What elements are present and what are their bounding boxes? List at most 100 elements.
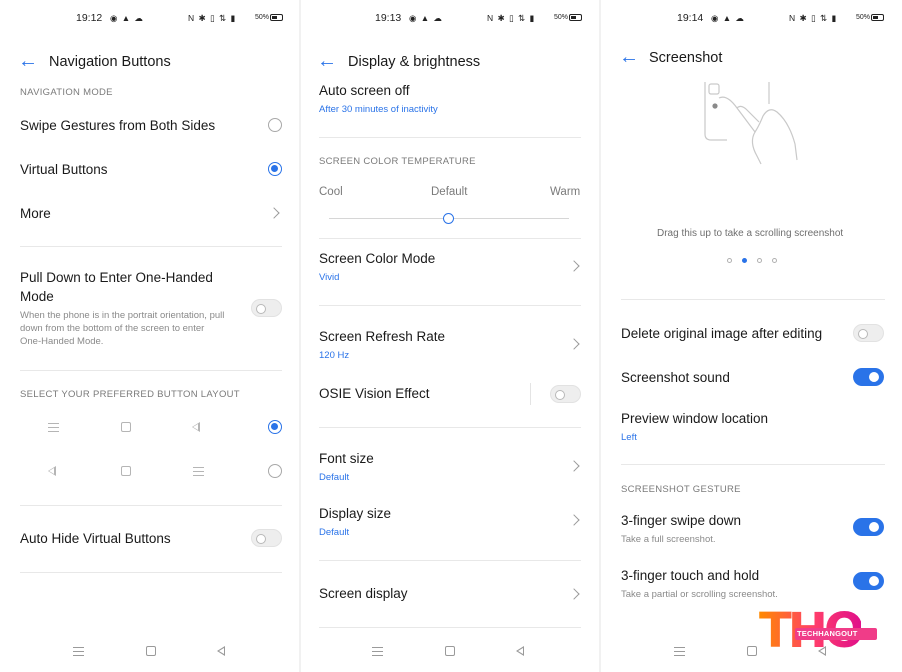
virtual-buttons-radio[interactable] xyxy=(268,162,282,176)
screenshot-sound-label: Screenshot sound xyxy=(621,370,730,385)
menu-icon xyxy=(193,467,204,476)
logo-text: TECHHANGOUT xyxy=(797,629,858,638)
temp-warm-label: Warm xyxy=(550,186,581,198)
panel-separator xyxy=(599,0,601,672)
recent-apps-icon[interactable] xyxy=(73,647,84,656)
back-triangle-icon xyxy=(192,422,200,432)
system-navigation-bar xyxy=(0,644,300,660)
status-time: 19:14 xyxy=(677,12,704,24)
font-size-value: Default xyxy=(319,472,350,483)
page-title: Screenshot xyxy=(649,50,723,66)
back-icon[interactable] xyxy=(516,646,524,656)
one-handed-desc-line3: One-Handed Mode. xyxy=(20,336,104,347)
home-square-icon xyxy=(121,466,131,476)
swipe-title: 3-finger swipe down xyxy=(621,513,742,528)
divider xyxy=(20,246,282,247)
divider xyxy=(20,370,282,371)
battery-icon xyxy=(871,14,884,21)
status-bar: 19:14 ◉ ▲ ☁ N ✱ ▯ ⇅ ▮ 50% xyxy=(602,10,902,28)
section-color-temperature: SCREEN COLOR TEMPERATURE xyxy=(319,156,476,167)
swipe-toggle[interactable] xyxy=(853,518,884,536)
swipe-gestures-radio[interactable] xyxy=(268,118,282,132)
recent-apps-icon[interactable] xyxy=(372,647,383,656)
temp-cool-label: Cool xyxy=(319,186,343,198)
divider xyxy=(319,305,581,306)
divider xyxy=(319,137,581,138)
status-icons: N ✱ ▯ ⇅ ▮ xyxy=(789,13,838,23)
section-button-layout: SELECT YOUR PREFERRED BUTTON LAYOUT xyxy=(20,389,240,400)
home-square-icon xyxy=(121,422,131,432)
color-mode-title: Screen Color Mode xyxy=(319,251,436,266)
divider xyxy=(621,299,885,300)
status-bar: 19:13 ◉ ▲ ☁ N ✱ ▯ ⇅ ▮ 50% xyxy=(301,10,599,28)
slider-thumb[interactable] xyxy=(443,213,454,224)
touch-hold-toggle[interactable] xyxy=(853,572,884,590)
page-dot xyxy=(757,258,762,263)
delete-original-label: Delete original image after editing xyxy=(621,326,823,341)
divider xyxy=(319,627,581,628)
chevron-right-icon xyxy=(568,460,580,472)
display-size-value: Default xyxy=(319,527,350,538)
back-arrow-icon[interactable]: ← xyxy=(317,51,337,71)
page-dot xyxy=(742,258,747,263)
battery-percent: 50% xyxy=(856,14,871,21)
status-time: 19:13 xyxy=(375,12,402,24)
divider xyxy=(319,238,581,239)
touch-hold-title: 3-finger touch and hold xyxy=(621,568,760,583)
battery-percent: 50% xyxy=(554,14,569,21)
layout-2-radio[interactable] xyxy=(268,464,282,478)
auto-screen-off-title: Auto screen off xyxy=(319,83,410,98)
display-brightness-screen: 19:13 ◉ ▲ ☁ N ✱ ▯ ⇅ ▮ 50% ← Display & br… xyxy=(301,0,599,672)
chevron-right-icon xyxy=(268,207,280,219)
back-arrow-icon[interactable]: ← xyxy=(18,51,38,71)
status-bar: 19:12 ◉ ▲ ☁ N ✱ ▯ ⇅ ▮ 50% xyxy=(0,10,300,28)
delete-original-toggle[interactable] xyxy=(853,324,884,342)
layout-1-radio[interactable] xyxy=(268,420,282,434)
option-virtual-label: Virtual Buttons xyxy=(20,162,108,177)
page-title: Navigation Buttons xyxy=(49,54,171,70)
recent-apps-icon[interactable] xyxy=(674,647,685,656)
screenshot-sound-toggle[interactable] xyxy=(853,368,884,386)
screenshot-settings-screen: 19:14 ◉ ▲ ☁ N ✱ ▯ ⇅ ▮ 50% ← Screenshot D… xyxy=(602,0,902,672)
refresh-rate-value: 120 Hz xyxy=(319,350,350,361)
divider xyxy=(20,505,282,506)
divider xyxy=(319,560,581,561)
system-navigation-bar xyxy=(301,644,599,660)
home-icon[interactable] xyxy=(445,646,455,656)
navigation-buttons-screen: 19:12 ◉ ▲ ☁ N ✱ ▯ ⇅ ▮ 50% ← Navigation B… xyxy=(0,0,300,672)
touch-hold-desc: Take a partial or scrolling screenshot. xyxy=(621,589,778,600)
hand-gesture-illustration-icon xyxy=(704,82,798,165)
font-size-title: Font size xyxy=(319,451,374,466)
chevron-right-icon xyxy=(568,514,580,526)
temp-default-label: Default xyxy=(431,186,468,198)
one-handed-desc-line1: When the phone is in the portrait orient… xyxy=(20,310,225,321)
back-triangle-icon xyxy=(48,466,56,476)
osie-title: OSIE Vision Effect xyxy=(319,386,430,401)
page-dot xyxy=(727,258,732,263)
back-icon[interactable] xyxy=(217,646,225,656)
screen-display-title: Screen display xyxy=(319,586,408,601)
display-size-title: Display size xyxy=(319,506,392,521)
status-icons: N ✱ ▯ ⇅ ▮ xyxy=(188,13,237,23)
battery-icon xyxy=(569,14,582,21)
osie-toggle[interactable] xyxy=(550,385,581,403)
home-icon[interactable] xyxy=(146,646,156,656)
page-dot xyxy=(772,258,777,263)
one-handed-title-line1: Pull Down to Enter One-Handed xyxy=(20,270,213,285)
auto-screen-off-value: After 30 minutes of inactivity xyxy=(319,104,438,115)
chevron-right-icon xyxy=(568,260,580,272)
auto-hide-toggle[interactable] xyxy=(251,529,282,547)
battery-percent: 50% xyxy=(255,14,270,21)
notification-icons: ◉ ▲ ☁ xyxy=(110,13,145,23)
auto-hide-label: Auto Hide Virtual Buttons xyxy=(20,531,171,546)
option-swipe-label: Swipe Gestures from Both Sides xyxy=(20,118,216,133)
back-arrow-icon[interactable]: ← xyxy=(619,47,639,67)
one-handed-desc-line2: down from the bottom of the screen to en… xyxy=(20,323,205,334)
preview-window-title: Preview window location xyxy=(621,411,769,426)
more-label: More xyxy=(20,206,51,221)
color-mode-value: Vivid xyxy=(319,272,340,283)
divider xyxy=(20,572,282,573)
one-handed-toggle[interactable] xyxy=(251,299,282,317)
section-screenshot-gesture: SCREENSHOT GESTURE xyxy=(621,484,741,495)
home-icon[interactable] xyxy=(747,646,757,656)
